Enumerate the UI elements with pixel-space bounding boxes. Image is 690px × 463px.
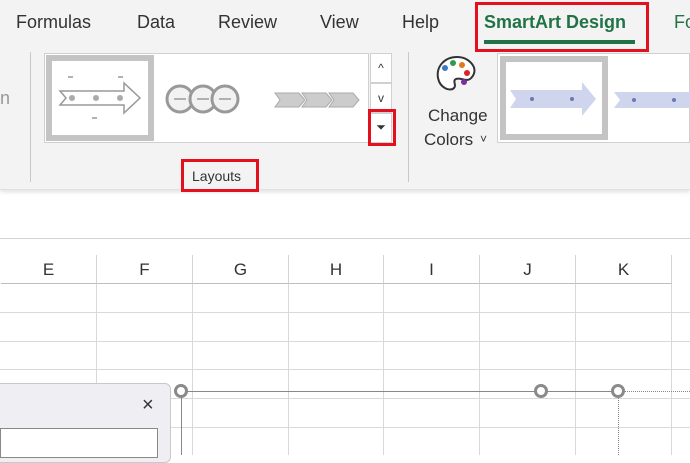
formula-bar[interactable] bbox=[0, 205, 690, 239]
highlight-box-layouts bbox=[181, 159, 259, 192]
circles-icon bbox=[165, 84, 240, 114]
tab-formulas[interactable]: Formulas bbox=[16, 12, 91, 33]
resize-handle[interactable] bbox=[611, 384, 625, 398]
style-option-1[interactable] bbox=[500, 56, 608, 140]
change-colors-label-2: Colors bbox=[424, 130, 474, 149]
resize-handle[interactable] bbox=[174, 384, 188, 398]
tab-review[interactable]: Review bbox=[218, 12, 277, 33]
tab-help[interactable]: Help bbox=[402, 12, 439, 33]
change-colors-button[interactable]: Change Colors ˅ bbox=[418, 52, 496, 152]
layout-circle-accent-timeline[interactable] bbox=[163, 82, 253, 121]
highlight-box-tab bbox=[475, 2, 649, 52]
layout-chevron-process[interactable] bbox=[273, 90, 363, 115]
text-pane-input[interactable] bbox=[0, 428, 158, 458]
tab-data[interactable]: Data bbox=[137, 12, 175, 33]
arrow-style-icon bbox=[614, 92, 690, 108]
column-header-e[interactable]: E bbox=[1, 255, 97, 284]
change-colors-label-1: Change bbox=[428, 106, 488, 125]
styles-gallery bbox=[497, 53, 690, 143]
truncated-label: n bbox=[0, 88, 11, 108]
column-header-g[interactable]: G bbox=[193, 255, 289, 284]
column-header-h[interactable]: H bbox=[289, 255, 384, 284]
chevrons-icon bbox=[274, 92, 360, 108]
column-header-j[interactable]: J bbox=[480, 255, 576, 284]
group-separator bbox=[30, 52, 31, 182]
group-separator bbox=[408, 52, 409, 182]
gallery-scroll-up[interactable]: ^ bbox=[370, 53, 392, 83]
tab-view[interactable]: View bbox=[320, 12, 359, 33]
style-option-2[interactable] bbox=[614, 68, 690, 133]
highlight-box-more bbox=[368, 109, 396, 146]
arrow-style-icon bbox=[510, 82, 596, 116]
column-header-k[interactable]: K bbox=[576, 255, 672, 284]
tab-format[interactable]: Fo bbox=[674, 12, 690, 33]
close-icon[interactable]: × bbox=[142, 394, 154, 417]
column-header-f[interactable]: F bbox=[97, 255, 193, 284]
layouts-gallery bbox=[44, 53, 369, 143]
palette-icon bbox=[436, 55, 476, 91]
timeline-arrow-icon bbox=[58, 76, 142, 119]
layout-basic-timeline[interactable] bbox=[46, 55, 154, 141]
ribbon: Formulas Data Review View Help SmartArt … bbox=[0, 0, 690, 192]
resize-handle[interactable] bbox=[534, 384, 548, 398]
column-header-i[interactable]: I bbox=[384, 255, 480, 284]
chevron-down-icon: ˅ bbox=[480, 132, 488, 146]
